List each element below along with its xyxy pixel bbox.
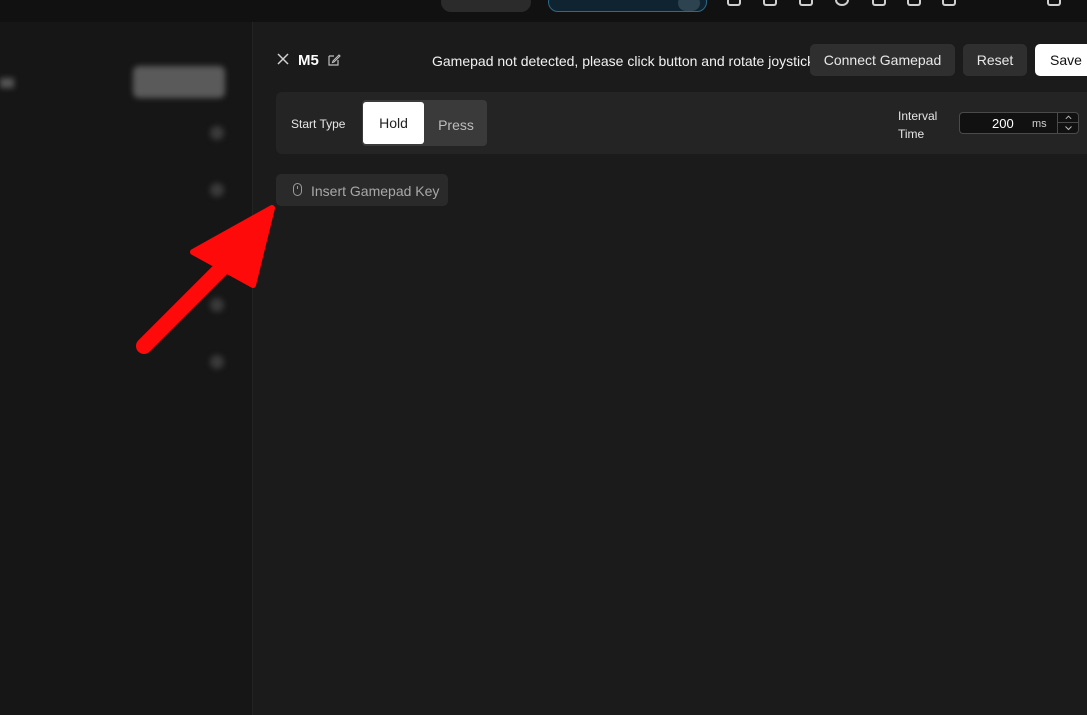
top-pill-feature[interactable] — [548, 0, 707, 12]
top-pill-toggle[interactable] — [678, 0, 700, 11]
gamepad-status-notice: Gamepad not detected, please click butto… — [432, 53, 815, 69]
start-type-label: Start Type — [291, 117, 346, 131]
toolbar-circle-icon[interactable] — [835, 0, 849, 6]
top-bar — [0, 0, 1087, 22]
interval-stepper — [1057, 113, 1079, 133]
interval-time-value[interactable]: 200 — [992, 116, 1014, 131]
connect-gamepad-button[interactable]: Connect Gamepad — [810, 44, 955, 76]
toolbar-image-icon[interactable] — [907, 0, 921, 6]
mouse-icon — [293, 183, 302, 196]
toolbar-window-icon[interactable] — [1047, 0, 1061, 6]
start-type-option-hold[interactable]: Hold — [363, 102, 424, 144]
toolbar-monitor-icon[interactable] — [763, 0, 777, 6]
sidebar-blurred-dot[interactable] — [210, 183, 224, 197]
close-icon[interactable] — [276, 52, 290, 66]
sidebar-blurred-dot[interactable] — [210, 240, 224, 254]
chevron-down-icon[interactable] — [1058, 123, 1079, 133]
insert-gamepad-key-label: Insert Gamepad Key — [311, 183, 440, 199]
edit-icon[interactable] — [327, 53, 341, 67]
sidebar-blurred-dot[interactable] — [210, 355, 224, 369]
macro-title: M5 — [298, 52, 319, 69]
save-button[interactable]: Save — [1035, 44, 1087, 76]
reset-button[interactable]: Reset — [963, 44, 1027, 76]
interval-time-unit: ms — [1032, 118, 1047, 130]
top-pill-language[interactable] — [441, 0, 531, 12]
sidebar-blurred-dot[interactable] — [210, 126, 224, 140]
sidebar-blurred-label — [0, 78, 14, 88]
interval-time-label: Interval Time — [898, 109, 938, 141]
toolbar-star-icon[interactable] — [872, 0, 886, 6]
toolbar-gamepad-icon[interactable] — [942, 0, 956, 6]
sidebar — [0, 22, 252, 715]
sidebar-blurred-button[interactable] — [133, 66, 225, 98]
chevron-up-icon[interactable] — [1058, 113, 1079, 123]
sidebar-blurred-dot[interactable] — [210, 298, 224, 312]
start-type-option-press[interactable]: Press — [426, 102, 486, 144]
toolbar-bag-icon[interactable] — [799, 0, 813, 6]
toolbar-shield-icon[interactable] — [727, 0, 741, 6]
